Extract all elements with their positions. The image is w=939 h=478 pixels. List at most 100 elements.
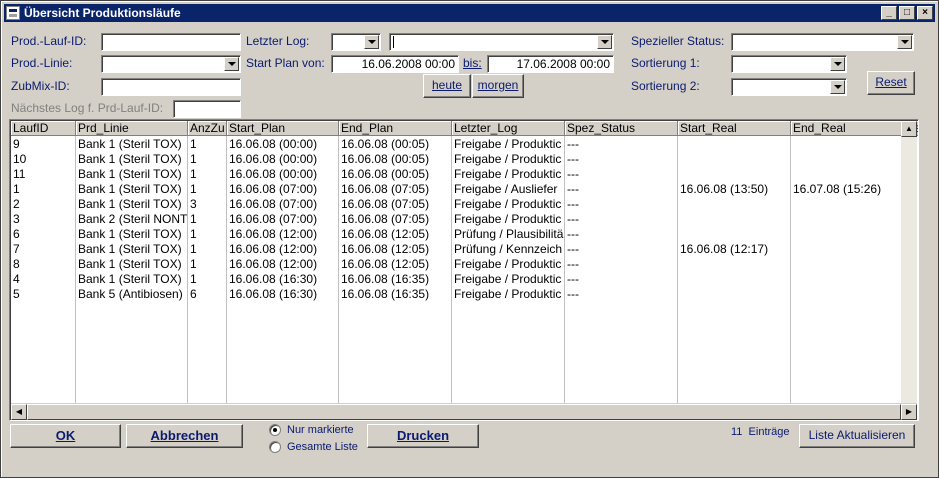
table-cell: 16.06.08 (16:30) (227, 272, 339, 287)
chevron-down-icon[interactable] (224, 57, 239, 71)
entry-count-suffix: Einträge (748, 426, 790, 438)
scroll-up-icon[interactable]: ▲ (901, 121, 917, 137)
table-cell (678, 197, 791, 212)
chevron-down-icon[interactable] (597, 35, 612, 49)
table-cell: --- (565, 257, 678, 272)
table-cell: 1 (188, 212, 227, 227)
abbrechen-button[interactable]: Abbrechen (126, 424, 243, 448)
column-header[interactable]: Start_Real (678, 121, 791, 136)
table-cell: 16.06.08 (00:00) (227, 152, 339, 167)
column-header[interactable]: Prd_Linie (76, 121, 188, 136)
letzter-log-type-select[interactable] (331, 33, 381, 51)
chevron-down-icon[interactable] (830, 80, 845, 94)
scroll-right-icon[interactable]: ▶ (901, 404, 917, 420)
table-cell (678, 287, 791, 302)
table-cell: Freigabe / Produktic (452, 197, 565, 212)
table-cell: Bank 1 (Steril TOX) (76, 182, 188, 197)
maximize-button[interactable]: □ (899, 6, 915, 20)
table-cell: --- (565, 137, 678, 152)
table-cell: 8 (11, 257, 76, 272)
column-header[interactable]: Start_Plan (227, 121, 339, 136)
table-cell (678, 152, 791, 167)
morgen-button[interactable]: morgen (472, 74, 524, 98)
radio-gesamte-liste[interactable] (269, 441, 281, 453)
table-cell: 16.06.08 (00:05) (339, 137, 452, 152)
letzter-log-select[interactable] (389, 33, 614, 51)
sortierung2-select[interactable] (731, 78, 847, 96)
start-plan-bis-input[interactable]: 17.06.2008 00:00 (487, 55, 614, 73)
liste-aktualisieren-button[interactable]: Liste Aktualisieren (799, 424, 915, 448)
title-bar[interactable]: Übersicht Produktionsläufe _ □ × (4, 4, 935, 22)
table-cell: 1 (188, 182, 227, 197)
spez-status-select[interactable] (731, 33, 914, 51)
table-cell: --- (565, 242, 678, 257)
table-cell: 16.06.08 (07:00) (227, 197, 339, 212)
chevron-down-icon[interactable] (830, 57, 845, 71)
entry-count-value: 11 (731, 426, 743, 438)
start-plan-von-input[interactable]: 16.06.2008 00:00 (331, 55, 459, 73)
data-grid[interactable]: LaufID Prd_Linie AnzZu Start_Plan End_Plan Le… (9, 119, 919, 421)
naechstes-log-input[interactable] (173, 100, 241, 118)
table-cell: Prüfung / Kennzeich (452, 242, 565, 257)
drucken-button[interactable]: Drucken (367, 424, 479, 448)
zubmix-id-input[interactable] (101, 78, 241, 96)
prod-lauf-id-input[interactable] (101, 33, 241, 51)
window-title: Übersicht Produktionsläufe (24, 6, 181, 20)
table-cell: --- (565, 212, 678, 227)
table-cell: Bank 1 (Steril TOX) (76, 137, 188, 152)
table-cell: 16.06.08 (07:05) (339, 197, 452, 212)
column-header[interactable]: Spez_Status (565, 121, 678, 136)
gesamte-liste-label: Gesamte Liste (287, 441, 358, 453)
table-cell: 16.06.08 (12:05) (339, 227, 452, 242)
table-cell: Bank 1 (Steril TOX) (76, 167, 188, 182)
table-cell: 16.06.08 (12:00) (227, 227, 339, 242)
close-button[interactable]: × (917, 6, 933, 20)
sortierung1-select[interactable] (731, 55, 847, 73)
table-cell (791, 242, 904, 257)
table-cell: Bank 1 (Steril TOX) (76, 272, 188, 287)
morgen-label: morgen (477, 78, 519, 92)
table-cell: 16.06.08 (13:50) (678, 182, 791, 197)
table-cell: Freigabe / Produktic (452, 212, 565, 227)
ok-button[interactable]: OK (10, 424, 121, 448)
column-header[interactable]: AnzZu (188, 121, 227, 136)
prod-linie-select[interactable] (101, 55, 241, 73)
bis-label: bis: (463, 56, 482, 70)
prod-linie-label: Prod.-Linie: (11, 56, 73, 70)
drucken-label: Drucken (396, 428, 450, 443)
chevron-down-icon[interactable] (897, 35, 912, 49)
zubmix-id-label: ZubMix-ID: (11, 79, 70, 93)
table-cell (791, 287, 904, 302)
column-header[interactable]: End_Plan (339, 121, 452, 136)
reset-button[interactable]: Reset (867, 71, 915, 95)
table-cell: 16.06.08 (12:00) (227, 257, 339, 272)
table-cell: 16.06.08 (00:00) (227, 137, 339, 152)
table-cell: 1 (188, 167, 227, 182)
table-cell: Freigabe / Produktic (452, 137, 565, 152)
table-cell: Freigabe / Produktic (452, 287, 565, 302)
table-cell: 16.06.08 (00:00) (227, 167, 339, 182)
table-cell: 3 (188, 197, 227, 212)
minimize-button[interactable]: _ (881, 6, 897, 20)
table-cell: --- (565, 227, 678, 242)
table-cell (791, 272, 904, 287)
column-header[interactable]: LaufID (11, 121, 76, 136)
table-cell: 1 (11, 182, 76, 197)
table-cell: Bank 1 (Steril TOX) (76, 227, 188, 242)
table-cell (678, 167, 791, 182)
table-cell: 1 (188, 152, 227, 167)
table-cell (678, 212, 791, 227)
table-cell: 9 (11, 137, 76, 152)
column-header[interactable]: Letzter_Log (452, 121, 565, 136)
table-cell: --- (565, 272, 678, 287)
table-cell: Bank 1 (Steril TOX) (76, 197, 188, 212)
scroll-left-icon[interactable]: ◀ (11, 404, 27, 420)
radio-nur-markierte[interactable] (269, 424, 281, 436)
chevron-down-icon[interactable] (364, 35, 379, 49)
heute-button[interactable]: heute (423, 74, 471, 98)
scroll-thumb[interactable] (27, 404, 901, 420)
vertical-scrollbar[interactable]: ▲ (901, 121, 917, 405)
horizontal-scrollbar[interactable]: ◀ ▶ (11, 403, 917, 420)
column-header[interactable]: End_Real (791, 121, 904, 136)
table-cell: --- (565, 197, 678, 212)
